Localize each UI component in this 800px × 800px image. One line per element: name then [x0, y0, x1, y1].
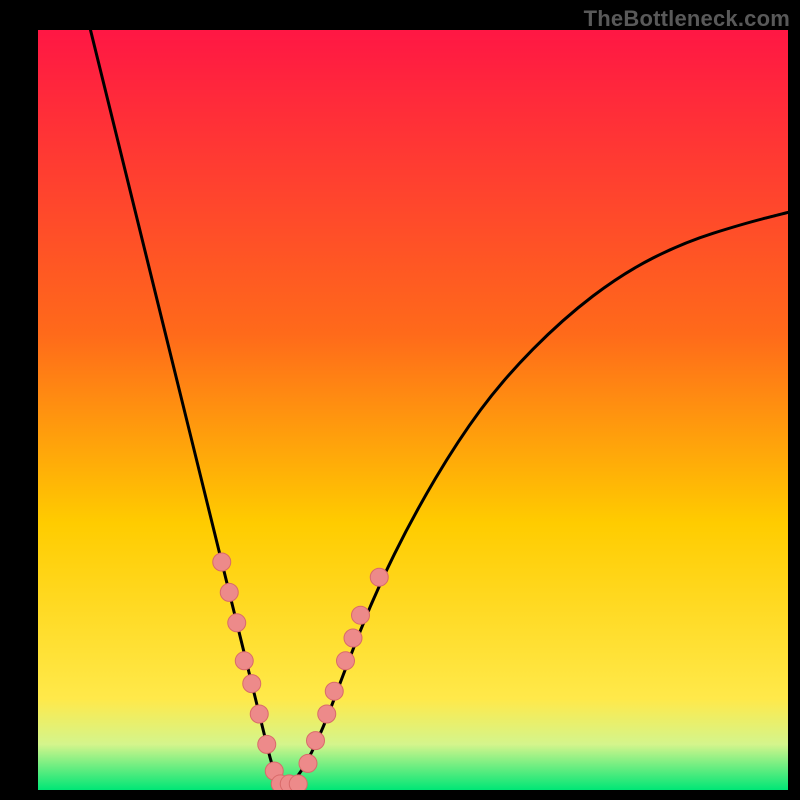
marker-highlight-points-5 — [250, 705, 268, 723]
marker-highlight-points-14 — [325, 682, 343, 700]
watermark-text: TheBottleneck.com — [584, 6, 790, 32]
marker-highlight-points-15 — [337, 652, 355, 670]
chart-frame: TheBottleneck.com — [0, 0, 800, 800]
marker-highlight-points-0 — [213, 553, 231, 571]
marker-highlight-points-6 — [258, 735, 276, 753]
marker-highlight-points-16 — [344, 629, 362, 647]
marker-highlight-points-12 — [307, 732, 325, 750]
marker-highlight-points-17 — [352, 606, 370, 624]
plot-background — [38, 30, 788, 790]
chart-canvas — [0, 0, 800, 800]
marker-highlight-points-4 — [243, 675, 261, 693]
marker-highlight-points-2 — [228, 614, 246, 632]
marker-highlight-points-1 — [220, 583, 238, 601]
marker-highlight-points-18 — [370, 568, 388, 586]
marker-highlight-points-13 — [318, 705, 336, 723]
marker-highlight-points-11 — [299, 754, 317, 772]
marker-highlight-points-10 — [289, 775, 307, 793]
marker-highlight-points-3 — [235, 652, 253, 670]
